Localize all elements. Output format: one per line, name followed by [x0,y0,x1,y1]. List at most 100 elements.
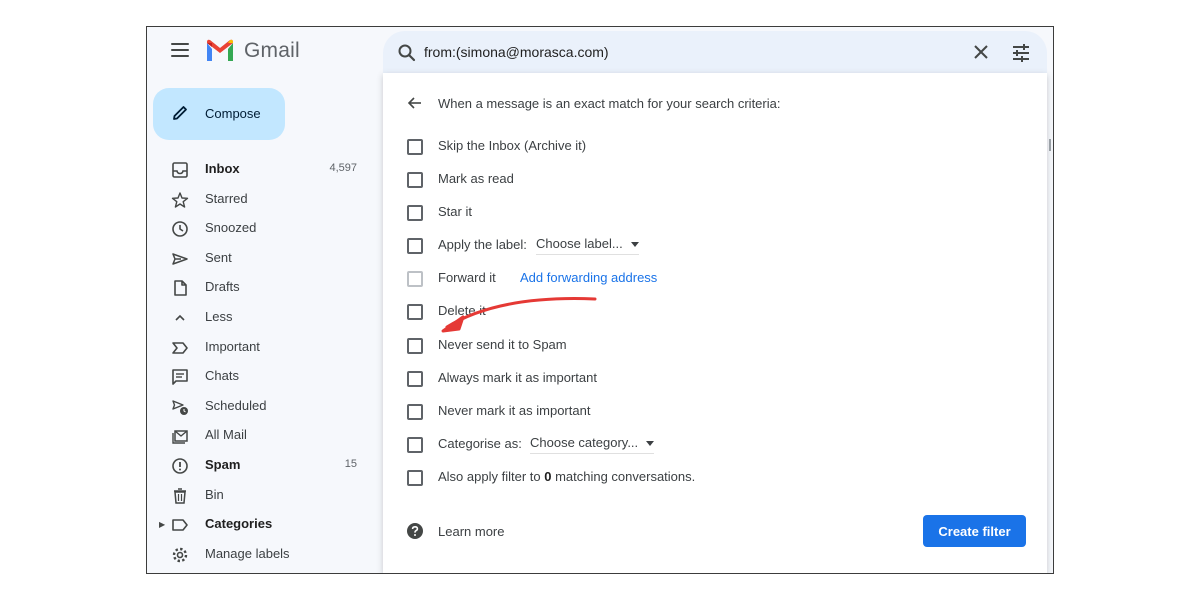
sidebar-item-label: Bin [205,486,224,502]
label-select[interactable]: Choose label... [536,236,639,255]
search-bar[interactable]: from:(simona@morasca.com) [383,31,1047,75]
sidebar-item-label: Manage labels [205,545,290,561]
pencil-icon [173,106,187,120]
sidebar-item-label: All Mail [205,427,247,443]
scrollbar-mark [1049,139,1051,151]
sidebar-nav: Inbox 4,597 Starred Snoozed Sent Drafts … [147,155,377,569]
panel-title: When a message is an exact match for you… [438,96,781,111]
option-star-it[interactable]: Star it [407,203,1027,223]
option-delete-it[interactable]: Delete it [407,302,1027,322]
sidebar-item-spam[interactable]: Spam 15 [147,451,377,481]
option-never-send-to-spam[interactable]: Never send it to Spam [407,336,1027,356]
main-menu-icon[interactable] [171,43,189,57]
option-label: Categorise as: [438,436,522,451]
option-never-important[interactable]: Never mark it as important [407,402,1027,422]
sidebar-item-starred[interactable]: Starred [147,185,377,215]
expand-caret-icon[interactable]: ▶ [159,520,165,529]
option-label: Delete it [438,303,486,318]
option-label: Never mark it as important [438,403,591,418]
sidebar-item-label: Important [205,338,260,354]
close-icon[interactable] [973,44,989,60]
scheduled-send-icon [172,400,188,415]
checkbox[interactable] [407,304,423,320]
search-options-icon[interactable] [1011,43,1031,63]
option-label: Mark as read [438,171,514,186]
all-mail-icon [172,430,188,445]
option-also-apply[interactable]: Also apply filter to 0 matching conversa… [407,468,1027,488]
draft-icon [174,280,187,297]
checkbox[interactable] [407,437,423,453]
dropdown-arrow-icon [646,441,655,447]
sidebar-item-label: Less [205,308,233,324]
checkbox[interactable] [407,238,423,254]
sidebar-item-label: Drafts [205,279,240,295]
add-forwarding-address-link[interactable]: Add forwarding address [520,270,657,285]
checkbox[interactable] [407,404,423,420]
trash-icon [174,487,186,504]
chat-icon [172,369,188,385]
compose-label: Compose [205,106,261,121]
option-apply-label[interactable]: Apply the label: Choose label... [407,236,1027,256]
sidebar-item-drafts[interactable]: Drafts [147,273,377,303]
sidebar-item-label: Scheduled [205,397,267,413]
sidebar-item-sent[interactable]: Sent [147,244,377,274]
send-icon [172,253,188,265]
option-skip-inbox[interactable]: Skip the Inbox (Archive it) [407,137,1027,157]
option-forward-it[interactable]: Forward it Add forwarding address [407,269,1027,289]
gmail-logo-icon[interactable] [205,39,235,63]
search-icon[interactable] [397,43,417,63]
search-input[interactable]: from:(simona@morasca.com) [424,44,609,60]
sidebar-item-bin[interactable]: Bin [147,481,377,511]
category-select-value: Choose category... [530,435,639,450]
option-label: Never send it to Spam [438,337,567,352]
unread-count: 4,597 [329,162,357,174]
sidebar-item-label: Categories [205,516,273,532]
sidebar-item-less[interactable]: Less [147,303,377,333]
sidebar-item-inbox[interactable]: Inbox 4,597 [147,155,377,185]
help-icon[interactable] [407,523,423,539]
option-label: Apply the label: [438,237,527,252]
checkbox[interactable] [407,271,423,287]
inbox-icon [172,162,188,178]
checkbox[interactable] [407,172,423,188]
sidebar-item-all-mail[interactable]: All Mail [147,421,377,451]
checkbox[interactable] [407,470,423,486]
checkbox[interactable] [407,139,423,155]
back-arrow-icon[interactable] [407,95,423,111]
important-icon [172,341,188,354]
sidebar-item-label: Spam [205,456,241,472]
clock-icon [172,221,188,237]
unread-count: 15 [344,457,357,470]
sidebar-item-scheduled[interactable]: Scheduled [147,392,377,422]
sidebar-item-snoozed[interactable]: Snoozed [147,214,377,244]
gmail-window: Gmail from:(simona@morasca.com) Compose [146,26,1054,574]
option-label: Skip the Inbox (Archive it) [438,138,587,153]
checkbox[interactable] [407,371,423,387]
gear-icon [172,547,188,562]
compose-button[interactable]: Compose [153,88,285,140]
learn-more-link[interactable]: Learn more [438,524,504,539]
option-label: Also apply filter to 0 matching conversa… [438,469,695,484]
sidebar-item-important[interactable]: Important [147,333,377,363]
category-select[interactable]: Choose category... [530,435,655,454]
chevron-up-icon [175,314,185,321]
option-label: Always mark it as important [438,370,597,385]
checkbox[interactable] [407,338,423,354]
label-select-value: Choose label... [536,236,623,251]
sidebar-item-label: Inbox [205,161,240,176]
label-icon [172,519,188,531]
sidebar-item-chats[interactable]: Chats [147,362,377,392]
option-label: Forward it [438,270,496,285]
option-mark-as-read[interactable]: Mark as read [407,170,1027,190]
option-always-important[interactable]: Always mark it as important [407,369,1027,389]
spam-icon [172,458,188,474]
checkbox[interactable] [407,205,423,221]
option-categorise[interactable]: Categorise as: Choose category... [407,435,1027,455]
create-filter-panel: When a message is an exact match for you… [383,73,1047,573]
sidebar-item-label: Snoozed [205,220,257,236]
sidebar-item-label: Sent [205,249,232,265]
star-icon [171,191,189,208]
sidebar-item-categories[interactable]: ▶ Categories [147,510,377,540]
sidebar-item-manage-labels[interactable]: Manage labels [147,540,377,570]
create-filter-button[interactable]: Create filter [923,515,1026,547]
